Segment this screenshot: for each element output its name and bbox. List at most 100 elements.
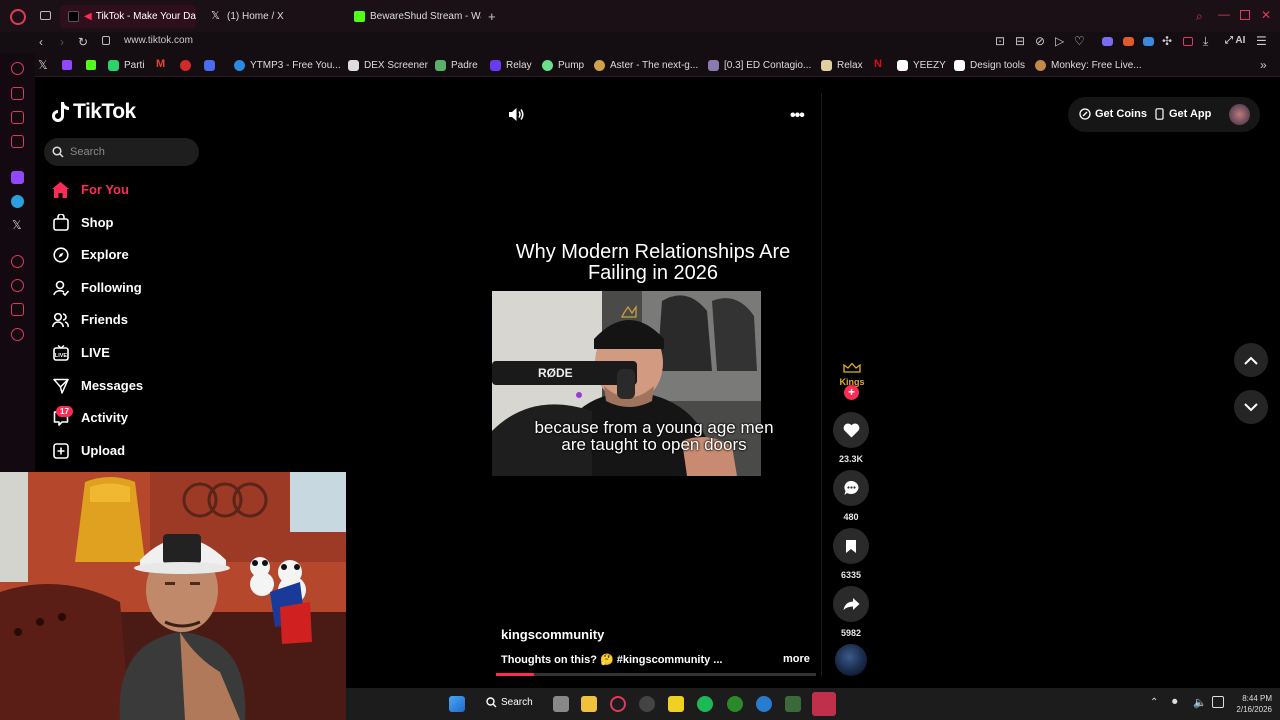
snapshot-icon[interactable]: ⊡ [995,35,1005,47]
nav-following[interactable]: Following [52,279,142,296]
bookmark-ed-contagio[interactable]: [0.3] ED Contagio... [708,58,811,73]
nav-shop[interactable]: Shop [52,214,114,231]
tab-tiktok[interactable]: ◀ TikTok - Make Your Da [60,5,196,28]
extension-1-icon[interactable] [1102,37,1113,46]
nav-friends[interactable]: Friends [52,311,128,328]
like-button[interactable] [833,412,869,448]
tiktok-logo[interactable]: TikTok [52,100,136,124]
search-input[interactable]: Search [44,138,199,166]
save-button[interactable] [833,528,869,564]
sticky-notes-icon[interactable] [668,696,684,712]
get-app-button[interactable]: Get App [1155,108,1211,120]
bookmark-padre[interactable]: Padre [435,58,478,73]
network-icon[interactable] [1212,696,1224,708]
nav-upload[interactable]: Upload [52,442,125,459]
sidebar-chat-icon[interactable] [11,135,24,148]
sidebar-player-icon[interactable] [11,111,24,124]
sidebar-extensions-icon[interactable] [11,303,24,316]
maximize-icon[interactable] [1240,10,1250,20]
circle-bookmark-icon[interactable] [204,60,215,71]
gmail-bookmark-icon[interactable]: M [156,59,165,70]
play-icon[interactable]: ▷ [1055,35,1064,47]
opera-gx-taskbar-icon[interactable] [812,692,836,716]
tab-switcher-icon[interactable] [40,11,51,20]
task-view-icon[interactable] [553,696,569,712]
speaker-icon[interactable]: 🔈 [1193,696,1207,709]
sidebar-aria-icon[interactable] [11,62,24,75]
back-icon[interactable]: ‹ [39,36,43,48]
sidebar-settings-icon[interactable] [11,328,24,341]
nav-live[interactable]: LIVE LIVE [52,344,110,361]
video-progress-bar[interactable] [496,673,816,676]
edge-icon[interactable] [756,696,772,712]
menu-icon[interactable]: ☰ [1256,35,1267,47]
save-action[interactable]: 6335 [833,528,869,580]
tab-kick-stream[interactable]: BewareShud Stream - Wa [346,5,481,28]
close-window-icon[interactable]: ✕ [1261,9,1271,21]
bookmark-dex-screener[interactable]: DEX Screener [348,58,428,73]
spotify-icon[interactable] [697,696,713,712]
extensions-icon[interactable]: ✣ [1162,35,1172,47]
sidebar-twitch-icon[interactable] [11,171,24,184]
comment-action[interactable]: 480 [833,470,869,522]
bookmark-relax[interactable]: Relax [821,58,863,73]
bookmark-pump[interactable]: Pump [542,58,584,73]
video-author[interactable]: kingscommunity [501,627,604,642]
bookmark-aster[interactable]: Aster - The next-g... [594,58,698,73]
adblock-icon[interactable]: ⊘ [1035,35,1045,47]
comment-button[interactable] [833,470,869,506]
url-field[interactable]: www.tiktok.com [124,36,193,46]
screenshot-icon[interactable]: ⊟ [1015,35,1025,47]
x-bookmark-icon[interactable]: 𝕏 [38,59,48,71]
search-tabs-icon[interactable]: ⌕ [1196,10,1203,22]
minimize-icon[interactable]: — [1218,8,1230,20]
next-video-button[interactable] [1234,390,1268,424]
volume-icon[interactable] [508,107,525,127]
nav-explore[interactable]: Explore [52,246,129,263]
clock[interactable]: 8:44 PM 2/16/2026 [1228,693,1272,715]
like-action[interactable]: 23.3K [833,412,869,464]
netflix-bookmark-icon[interactable]: N [874,59,882,70]
bookmark-yeezy[interactable]: YEEZY [897,58,946,73]
bookmark-design-tools[interactable]: Design tools [954,58,1025,73]
more-options-icon[interactable]: ••• [790,107,805,125]
windows-start-icon[interactable] [449,696,465,712]
sidebar-telegram-icon[interactable] [11,195,24,208]
new-tab-button[interactable]: + [488,10,496,23]
1x-bookmark-icon[interactable] [180,60,191,71]
share-button[interactable] [833,586,869,622]
more-link[interactable]: more [783,653,810,665]
obs-taskbar-icon[interactable] [639,696,655,712]
extension-3-icon[interactable] [1143,37,1154,46]
opera-logo-icon[interactable] [10,9,26,25]
microphone-icon[interactable]: ⏺ [1172,696,1178,709]
bookmark-parti[interactable]: Parti [108,58,145,73]
music-disc-icon[interactable] [835,644,867,676]
bookmark-monkey[interactable]: Monkey: Free Live... [1035,58,1142,73]
sidebar-history-icon[interactable] [11,279,24,292]
nav-for-you[interactable]: For You [52,181,129,198]
reload-icon[interactable]: ↻ [78,36,88,48]
more-bookmarks-icon[interactable]: » [1260,59,1267,71]
sidebar-crypto-icon[interactable] [11,87,24,100]
heart-bookmark-icon[interactable]: ♡ [1074,35,1085,47]
forward-icon[interactable]: › [60,36,64,48]
sidebar-x-icon[interactable]: 𝕏 [12,219,22,231]
twitch-bookmark-icon[interactable] [62,60,72,70]
app-taskbar-icon[interactable] [785,696,801,712]
tab-x-home[interactable]: 𝕏 (1) Home / X [203,5,343,28]
share-action[interactable]: 5982 [833,586,869,638]
file-explorer-icon[interactable] [581,696,597,712]
get-coins-button[interactable]: Get Coins [1079,108,1147,120]
download-icon[interactable]: ⤓ [1203,35,1208,47]
follow-plus-icon[interactable]: + [844,385,859,400]
wallet-icon[interactable] [1183,37,1193,46]
previous-video-button[interactable] [1234,343,1268,377]
opera-taskbar-icon[interactable] [610,696,626,712]
tab-close-icon[interactable]: ◀ [84,11,92,22]
nav-messages[interactable]: Messages [52,377,143,394]
bookmark-relay[interactable]: Relay [490,58,532,73]
kick-bookmark-icon[interactable] [86,60,96,70]
xbox-icon[interactable] [727,696,743,712]
extension-2-icon[interactable] [1123,37,1134,46]
